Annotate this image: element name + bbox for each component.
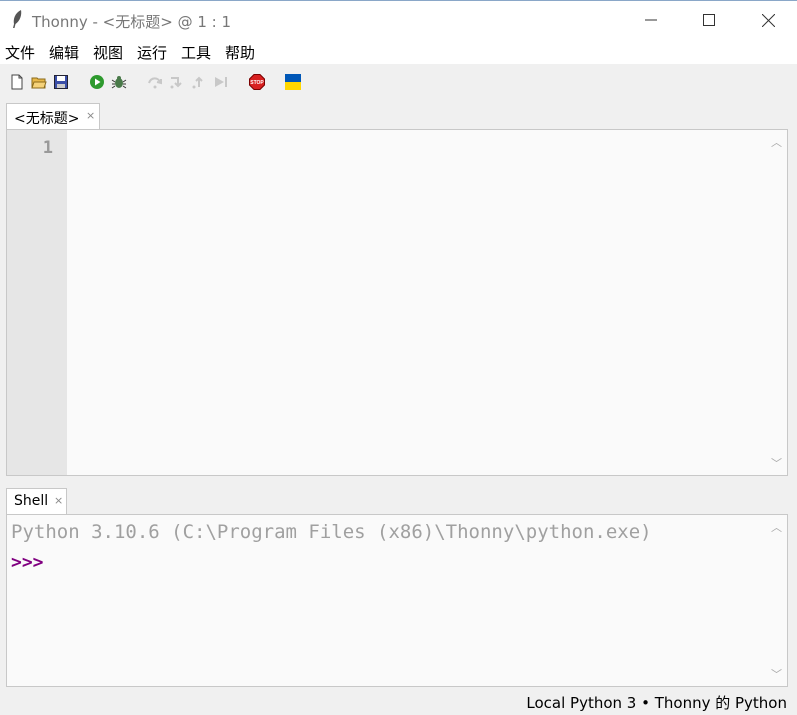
resume-icon[interactable] <box>213 74 229 90</box>
code-editor[interactable]: 1 ︿ ﹀ <box>6 129 788 476</box>
tab-untitled-label: <无标题> <box>14 111 80 127</box>
menu-bar: 文件 编辑 视图 运行 工具 帮助 <box>0 38 797 64</box>
tab-shell[interactable]: Shell × <box>6 488 67 515</box>
title-bar: Thonny - <无标题> @ 1 : 1 <box>0 0 797 38</box>
thonny-feather-icon <box>13 10 22 28</box>
step-into-icon[interactable] <box>169 74 185 90</box>
run-icon[interactable] <box>89 74 105 90</box>
debug-icon[interactable] <box>111 74 127 90</box>
tab-shell-label: Shell <box>14 493 49 509</box>
menu-view[interactable]: 视图 <box>93 42 123 63</box>
menu-help[interactable]: 帮助 <box>225 42 255 63</box>
shell-banner: Python 3.10.6 (C:\Program Files (x86)\Th… <box>11 521 652 543</box>
minimize-icon <box>645 19 657 21</box>
save-icon[interactable] <box>53 74 69 90</box>
window-title: Thonny - <无标题> @ 1 : 1 <box>32 13 232 31</box>
stop-icon[interactable]: STOP <box>249 74 265 90</box>
status-bar: Local Python 3 • Thonny 的 Python <box>0 688 797 715</box>
menu-file[interactable]: 文件 <box>5 42 35 63</box>
stop-icon-label: STOP <box>250 80 264 86</box>
shell-tab-close-icon[interactable]: × <box>54 494 63 507</box>
shell-panel[interactable]: Python 3.10.6 (C:\Program Files (x86)\Th… <box>6 514 788 687</box>
interpreter-status[interactable]: Local Python 3 • Thonny 的 Python <box>526 692 787 713</box>
close-icon <box>761 13 775 27</box>
editor-scrollbar[interactable]: ︿ ﹀ <box>767 130 787 475</box>
shell-scroll-down-icon[interactable]: ﹀ <box>771 666 782 682</box>
menu-edit[interactable]: 编辑 <box>49 42 79 63</box>
maximize-button[interactable] <box>686 1 732 39</box>
menu-run[interactable]: 运行 <box>137 42 167 63</box>
minimize-button[interactable] <box>628 1 674 39</box>
scroll-up-icon[interactable]: ︿ <box>771 134 782 150</box>
line-number: 1 <box>42 138 53 158</box>
menu-tools[interactable]: 工具 <box>181 42 211 63</box>
step-out-icon[interactable] <box>191 74 207 90</box>
tab-untitled[interactable]: <无标题> × <box>6 103 100 130</box>
close-button[interactable] <box>745 1 791 39</box>
shell-scrollbar[interactable]: ︿ ﹀ <box>767 515 787 686</box>
ukraine-flag-icon[interactable] <box>285 74 301 90</box>
new-file-icon[interactable] <box>9 74 25 90</box>
open-file-icon[interactable] <box>31 74 47 90</box>
scroll-down-icon[interactable]: ﹀ <box>771 455 782 471</box>
shell-scroll-up-icon[interactable]: ︿ <box>771 519 782 535</box>
line-number-gutter: 1 <box>7 130 67 475</box>
toolbar: STOP <box>0 64 797 100</box>
maximize-icon <box>703 14 715 26</box>
shell-prompt: >>> <box>11 552 44 573</box>
tab-close-icon[interactable]: × <box>86 109 95 122</box>
step-over-icon[interactable] <box>147 74 163 90</box>
